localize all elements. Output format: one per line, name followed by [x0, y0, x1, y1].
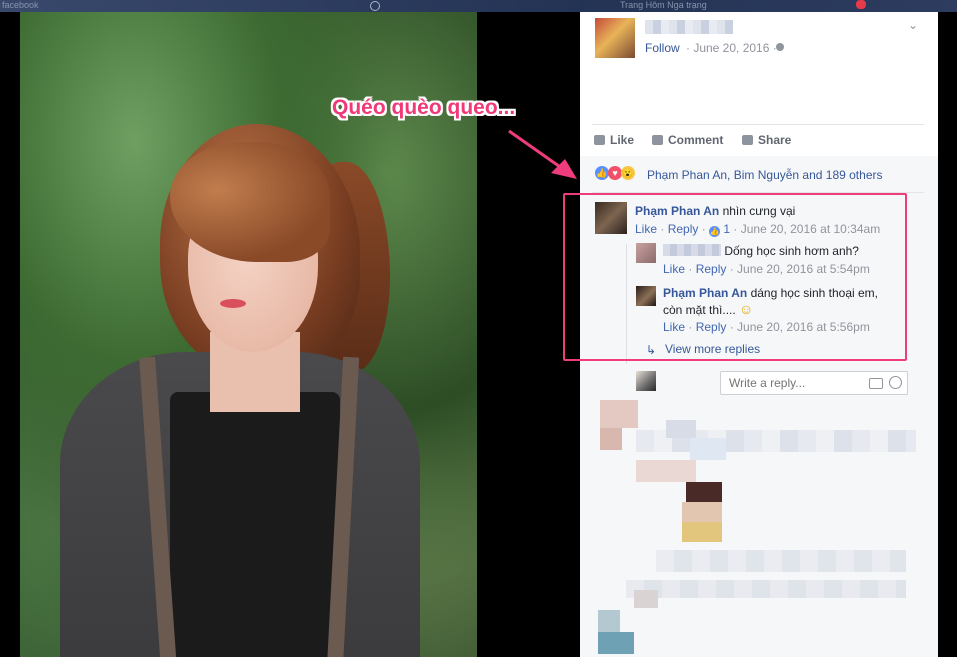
- poster-avatar[interactable]: [595, 18, 635, 58]
- post-date[interactable]: · June 20, 2016 ·: [686, 41, 777, 55]
- thumbs-up-icon: [594, 135, 605, 145]
- reply-input-box[interactable]: [720, 371, 908, 395]
- pixel-block: [598, 632, 634, 654]
- top-bar-left-text[interactable]: facebook: [2, 0, 39, 10]
- annotation-caption: Quéo quèo queo...: [332, 96, 516, 119]
- photo-lips: [220, 299, 246, 308]
- emoji-icon[interactable]: [889, 376, 902, 389]
- like-label: Like: [610, 133, 635, 147]
- pixel-block: [600, 428, 622, 450]
- poster-name-blurred[interactable]: [645, 20, 733, 34]
- follow-link[interactable]: Follow: [645, 41, 680, 55]
- share-label: Share: [758, 133, 792, 147]
- top-bar-right-text[interactable]: Trang Hôm Nga trạng: [620, 0, 707, 10]
- share-button[interactable]: Share: [742, 133, 791, 147]
- pixel-block: [682, 522, 722, 542]
- pixelated-content: [586, 400, 922, 657]
- wow-reaction-icon: 😮: [621, 166, 635, 180]
- globe-icon: [776, 43, 784, 51]
- camera-icon[interactable]: [869, 378, 883, 389]
- pixel-block: [600, 400, 638, 428]
- annotation-highlight-box: [563, 193, 907, 361]
- love-reaction-icon: ♥: [608, 166, 622, 180]
- pixel-block: [682, 502, 722, 522]
- pixel-block: [686, 482, 722, 502]
- pixel-block: [690, 438, 726, 460]
- annotation-arrow-icon: [508, 129, 577, 179]
- post-action-bar: Like Comment Share: [592, 124, 924, 157]
- reactions-summary[interactable]: Phạm Phan An, Bim Nguyễn and 189 others: [647, 168, 882, 182]
- current-user-avatar: [636, 371, 656, 391]
- notification-badge[interactable]: [856, 0, 866, 9]
- share-icon: [742, 135, 753, 145]
- comment-label: Comment: [668, 133, 724, 147]
- top-bar-background: [0, 0, 957, 12]
- photo-top: [170, 392, 340, 657]
- like-button[interactable]: Like: [594, 133, 634, 147]
- pixel-block: [636, 460, 696, 482]
- top-navigation-bar: facebook Trang Hôm Nga trạng: [0, 0, 957, 12]
- pixel-block: [598, 610, 620, 632]
- reply-input[interactable]: [727, 372, 881, 394]
- comment-icon: [652, 135, 663, 145]
- pixel-block: [634, 590, 658, 608]
- comment-button[interactable]: Comment: [652, 133, 723, 147]
- like-reaction-icon: 👍: [595, 166, 609, 180]
- chevron-down-icon[interactable]: ⌄: [908, 18, 918, 32]
- search-icon[interactable]: [370, 1, 380, 11]
